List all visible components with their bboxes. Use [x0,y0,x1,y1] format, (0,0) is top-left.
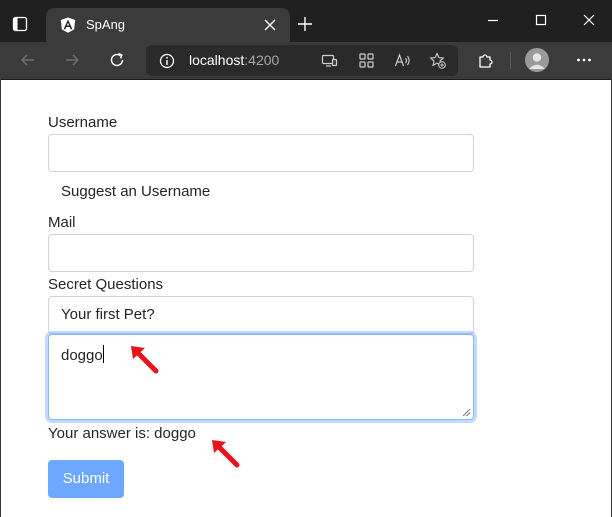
more-icon[interactable] [575,51,593,69]
tab-actions-icon[interactable] [12,16,28,32]
annotation-arrow-icon [212,440,240,468]
answer-preview: Your answer is: doggo [48,425,196,442]
arrow-left-icon[interactable] [18,50,38,70]
url-text[interactable]: localhost:4200 [189,52,279,69]
submit-button[interactable]: Submit [48,460,124,498]
annotation-arrow-icon [131,346,159,374]
favorite-add-icon[interactable] [429,52,446,69]
window-border-left [0,79,1,517]
url-host: localhost [189,52,245,68]
username-input[interactable] [48,134,474,172]
avatar-icon[interactable] [525,48,549,72]
mail-label: Mail [48,214,76,231]
username-label: Username [48,114,118,131]
puzzle-icon[interactable] [476,50,496,70]
info-icon[interactable] [159,53,175,69]
close-window-icon[interactable] [581,12,597,28]
profile-silhouette-icon [525,48,549,72]
apps-icon[interactable] [358,52,375,69]
answer-textarea[interactable]: doggo [48,334,474,420]
close-icon[interactable] [264,19,276,31]
secret-questions-label: Secret Questions [48,276,164,293]
resize-handle-icon[interactable] [461,407,471,417]
minimize-icon[interactable] [485,12,501,28]
text-caret [102,345,104,363]
secret-question-selected: Your first Pet? [61,306,155,323]
page-content: Username Suggest an Username Mail Secret… [0,80,612,517]
refresh-icon[interactable] [107,50,127,70]
browser-tab[interactable]: SpAng [46,8,290,42]
maximize-icon[interactable] [533,12,549,28]
address-bar[interactable]: localhost:4200 [146,45,458,76]
cast-icon[interactable] [321,52,338,69]
title-bar: SpAng [0,0,612,42]
angular-logo-icon [60,17,76,33]
arrow-right-icon[interactable] [62,50,82,70]
url-port: :4200 [244,52,280,68]
answer-text: doggo [61,347,103,364]
toolbar-separator [510,52,511,69]
plus-icon[interactable] [297,16,313,32]
tab-title: SpAng [86,17,126,32]
mail-input[interactable] [48,234,474,272]
suggest-username-button[interactable]: Suggest an Username [61,183,210,201]
secret-question-select[interactable]: Your first Pet? [48,296,474,334]
browser-toolbar: localhost:4200 [0,42,612,79]
read-aloud-icon[interactable] [394,52,411,69]
